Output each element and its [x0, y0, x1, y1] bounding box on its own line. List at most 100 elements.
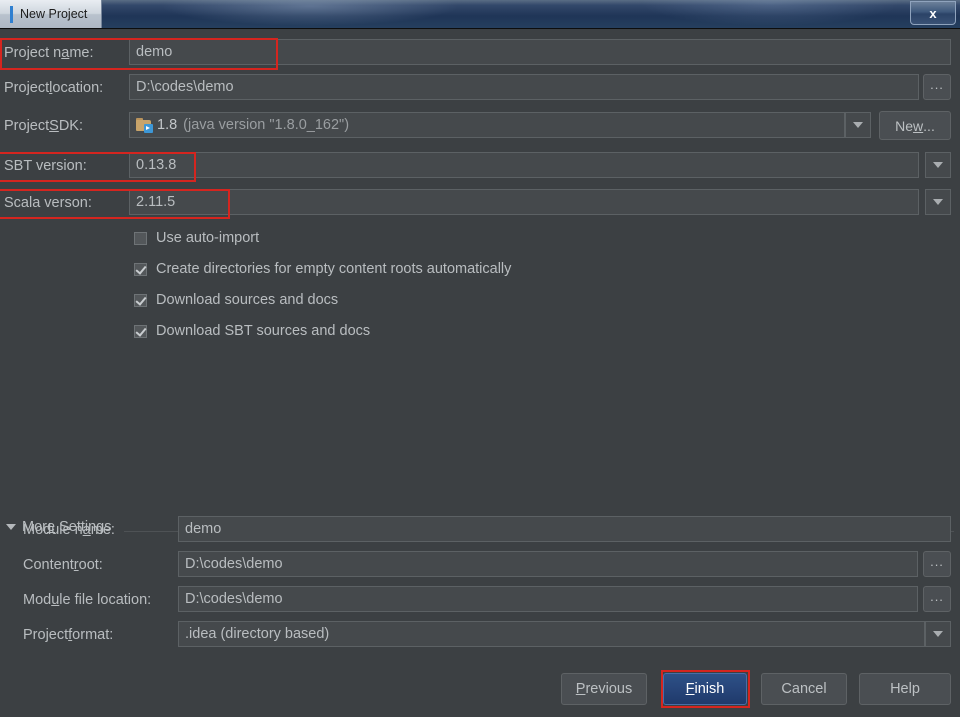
- sbt-version-dropdown-arrow[interactable]: [925, 152, 951, 178]
- project-name-value: demo: [136, 44, 173, 60]
- close-icon[interactable]: x: [910, 1, 956, 25]
- module-file-location-label-post: le file location:: [59, 592, 152, 608]
- content-root-label-pre: Content: [23, 557, 74, 573]
- cancel-button[interactable]: Cancel: [761, 673, 847, 705]
- previous-button-label-post: revious: [585, 681, 633, 697]
- project-location-browse-label: ...: [930, 77, 944, 92]
- project-format-label: Project f ormat:: [23, 622, 113, 648]
- chevron-down-icon: [933, 199, 943, 205]
- project-location-label: Project l ocation:: [4, 75, 103, 101]
- finish-button[interactable]: Finish: [663, 673, 747, 705]
- checkbox-download-sources-docs[interactable]: Download sources and docs: [134, 289, 338, 311]
- project-sdk-dropdown-arrow[interactable]: [845, 112, 871, 138]
- project-location-label-post: ocation:: [52, 80, 104, 96]
- titlebar-glow-secondary: [640, 0, 900, 26]
- new-sdk-button[interactable]: Ne w...: [879, 111, 951, 140]
- help-button[interactable]: Help: [859, 673, 951, 705]
- jdk-folder-icon: [136, 118, 153, 133]
- project-location-input[interactable]: D:\codes\demo: [129, 74, 919, 100]
- project-format-dropdown-arrow[interactable]: [925, 621, 951, 647]
- scala-version-dropdown-arrow[interactable]: [925, 189, 951, 215]
- project-sdk-value: 1.8: [157, 117, 178, 133]
- checkbox-box: [134, 293, 147, 307]
- new-sdk-button-label-pre: Ne: [895, 117, 914, 134]
- project-sdk-label-mnemonic: S: [49, 118, 59, 134]
- project-sdk-label: Project S DK:: [4, 113, 83, 139]
- project-format-value: .idea (directory based): [185, 626, 330, 642]
- chevron-down-icon: [933, 162, 943, 168]
- project-format-label-post: ormat:: [72, 627, 114, 643]
- project-sdk-version-detail: (java version "1.8.0_162"): [183, 117, 350, 133]
- triangle-down-icon: [6, 524, 16, 530]
- content-root-browse-button[interactable]: ...: [923, 551, 951, 577]
- window-title: New Project: [20, 7, 88, 21]
- window-accent-bar: [10, 5, 13, 23]
- scala-version-combobox[interactable]: 2.11.5: [129, 189, 919, 215]
- module-name-label: Module n a me:: [23, 517, 115, 543]
- project-name-input[interactable]: demo: [129, 39, 951, 65]
- content-root-value: D:\codes\demo: [185, 556, 283, 572]
- window-title-tab: New Project: [0, 0, 103, 29]
- project-name-label: Project n a me:: [4, 40, 93, 66]
- finish-button-mnemonic: F: [685, 681, 695, 697]
- checkbox-label: Use auto-import: [156, 230, 260, 246]
- sbt-version-label: SBT version:: [4, 153, 87, 179]
- project-format-label-pre: Project: [23, 627, 69, 643]
- content-root-browse-label: ...: [930, 554, 944, 569]
- window-titlebar: New Project x: [0, 0, 960, 29]
- project-sdk-label-post: DK:: [58, 118, 83, 134]
- project-location-label-pre: Project: [4, 80, 50, 96]
- checkbox-box: [134, 231, 147, 245]
- module-file-location-label: Mod u le file location:: [23, 587, 151, 613]
- finish-button-label-post: inish: [694, 681, 725, 697]
- dialog-body: Project n a me: demo Project l ocation: D:\…: [0, 29, 960, 717]
- module-name-input[interactable]: demo: [178, 516, 951, 542]
- scala-version-label: Scala verson:: [4, 190, 92, 216]
- module-name-label-mnemonic: a: [82, 522, 91, 538]
- checkbox-label: Create directories for empty content roo…: [156, 261, 512, 277]
- checkbox-box: [134, 324, 147, 338]
- project-location-value: D:\codes\demo: [136, 79, 234, 95]
- content-root-input[interactable]: D:\codes\demo: [178, 551, 918, 577]
- module-file-location-value: D:\codes\demo: [185, 591, 283, 607]
- module-file-location-input[interactable]: D:\codes\demo: [178, 586, 918, 612]
- module-file-location-browse-label: ...: [930, 589, 944, 604]
- sbt-version-combobox[interactable]: 0.13.8: [129, 152, 919, 178]
- new-sdk-button-mnemonic: w: [913, 117, 924, 134]
- module-file-location-label-pre: Mod: [23, 592, 52, 608]
- titlebar-glow: [160, 0, 460, 26]
- checkbox-create-directories[interactable]: Create directories for empty content roo…: [134, 258, 511, 280]
- module-name-label-post: me:: [90, 522, 115, 538]
- new-sdk-button-label-post: ...: [923, 117, 935, 134]
- checkbox-box: [134, 262, 147, 276]
- project-name-label-mnemonic: a: [61, 45, 70, 61]
- checkbox-label: Download sources and docs: [156, 292, 339, 308]
- project-name-label-pre: Project n: [4, 45, 62, 61]
- cancel-button-label: Cancel: [781, 681, 827, 697]
- module-name-label-pre: Module n: [23, 522, 83, 538]
- previous-button-mnemonic: P: [575, 681, 586, 697]
- project-name-label-post: me:: [69, 45, 94, 61]
- previous-button[interactable]: Previous: [561, 673, 647, 705]
- project-sdk-label-pre: Project: [4, 118, 50, 134]
- module-name-value: demo: [185, 521, 222, 537]
- checkbox-label: Download SBT sources and docs: [156, 323, 371, 339]
- scala-version-value: 2.11.5: [136, 194, 176, 210]
- project-sdk-combobox[interactable]: 1.8 (java version "1.8.0_162"): [129, 112, 845, 138]
- chevron-down-icon: [933, 631, 943, 637]
- close-icon-glyph: x: [929, 5, 937, 21]
- sbt-version-label-text: SBT version:: [4, 158, 87, 174]
- module-file-location-label-mnemonic: u: [51, 592, 60, 608]
- project-format-combobox[interactable]: .idea (directory based): [178, 621, 925, 647]
- help-button-label: Help: [890, 681, 920, 697]
- checkbox-use-auto-import[interactable]: Use auto-import: [134, 227, 259, 249]
- chevron-down-icon: [853, 122, 863, 128]
- module-file-location-browse-button[interactable]: ...: [923, 586, 951, 612]
- content-root-label-post: oot:: [78, 557, 103, 573]
- sbt-version-value: 0.13.8: [136, 157, 177, 173]
- scala-version-label-text: Scala verson:: [4, 195, 92, 211]
- project-location-browse-button[interactable]: ...: [923, 74, 951, 100]
- content-root-label: Content r oot:: [23, 552, 103, 578]
- checkbox-download-sbt-sources-docs[interactable]: Download SBT sources and docs: [134, 320, 370, 342]
- new-project-dialog: New Project x Project n a me: demo Project…: [0, 0, 960, 717]
